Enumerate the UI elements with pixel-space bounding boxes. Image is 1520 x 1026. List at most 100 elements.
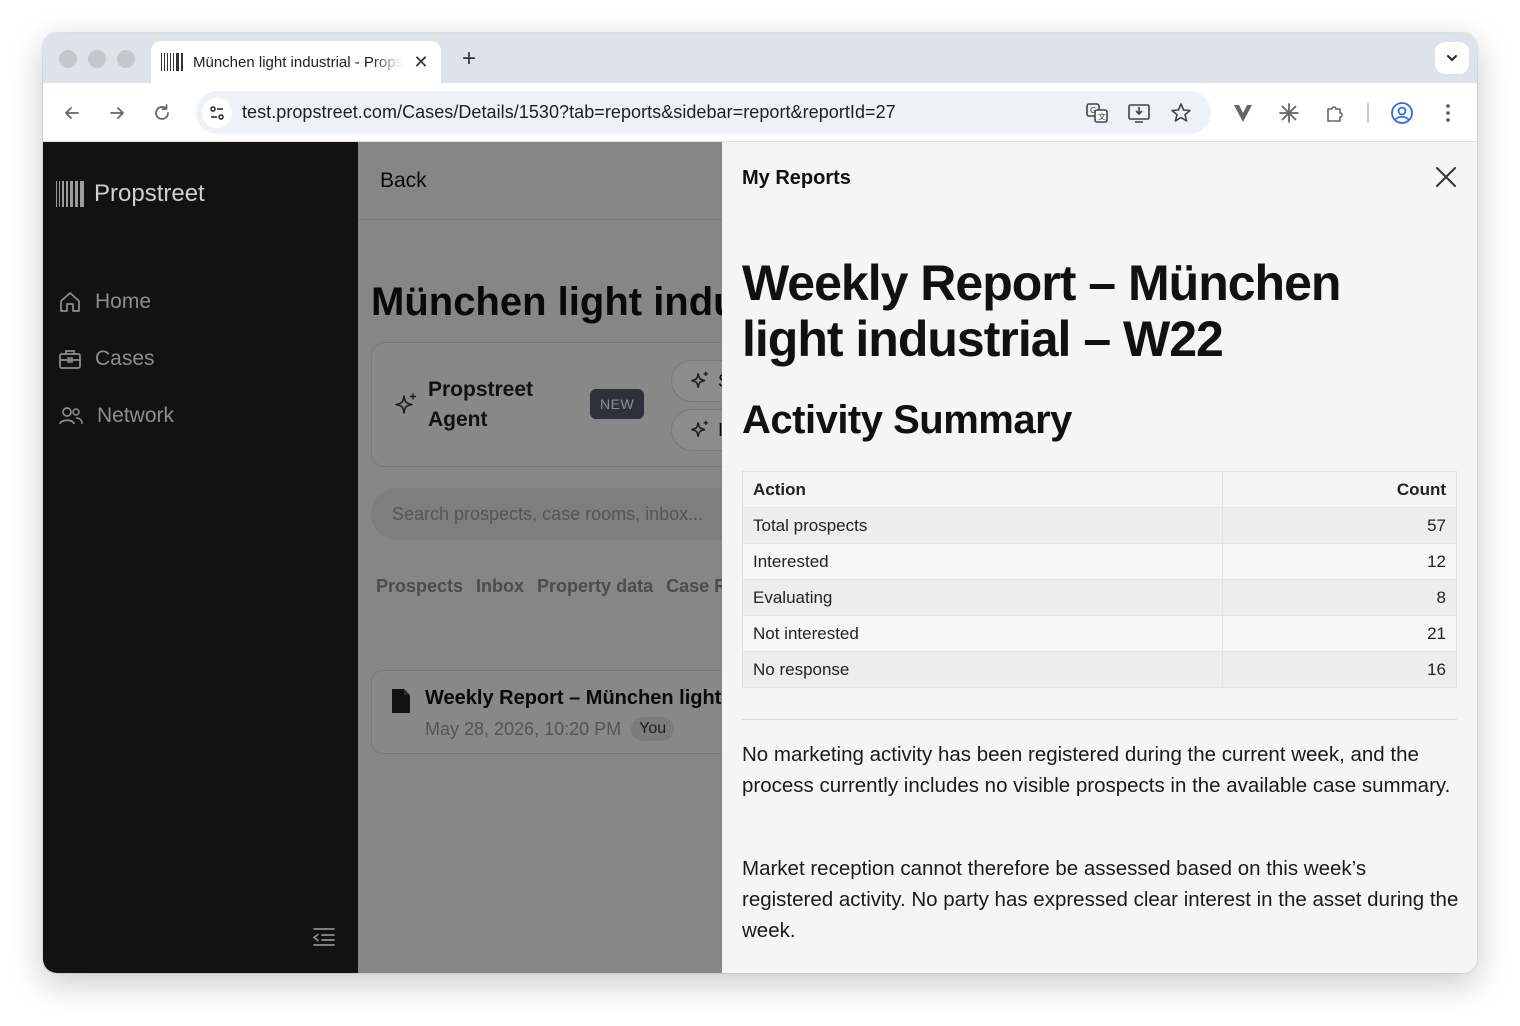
table-cell-action: Total prospects: [742, 507, 1223, 544]
browser-tab-active[interactable]: München light industrial - Propstreet ✕: [151, 41, 441, 83]
chevron-down-icon: [1447, 55, 1457, 62]
propstreet-logo-icon: [56, 181, 84, 207]
activity-summary-table: Action Count Total prospects 57 Interest…: [742, 471, 1457, 688]
back-nav-button[interactable]: [60, 101, 84, 125]
sidebar-item-label: Home: [95, 290, 152, 313]
document-icon: [392, 689, 410, 713]
table-cell-count: 16: [1222, 651, 1457, 688]
tab-search-button[interactable]: [1435, 42, 1469, 74]
bookmark-star-icon[interactable]: [1169, 101, 1193, 125]
report-title: Weekly Report – München light industrial…: [742, 255, 1341, 367]
maximize-window-button[interactable]: [117, 50, 135, 68]
sparkle-icon: [691, 420, 708, 437]
main-header: Back: [358, 142, 722, 220]
agent-label: Propstreet Agent: [428, 378, 534, 431]
report-list-item[interactable]: Weekly Report – München light industrial…: [371, 670, 722, 754]
report-item-meta: May 28, 2026, 10:20 PM You: [425, 717, 675, 741]
profile-avatar-icon[interactable]: [1389, 100, 1415, 126]
people-icon: [59, 407, 83, 425]
report-item-title: Weekly Report – München light industrial…: [425, 687, 722, 709]
case-title: München light industrial: [371, 280, 722, 324]
tab-case-rooms[interactable]: Case Rooms: [666, 576, 722, 597]
arrow-left-icon: [65, 107, 79, 119]
url-text: test.propstreet.com/Cases/Details/1530?t…: [242, 102, 896, 122]
column-header-count: Count: [1222, 471, 1457, 508]
agent-card[interactable]: Propstreet Agent NEW S I: [371, 342, 722, 467]
section-title: Activity Summary: [742, 398, 1072, 442]
sparkle-extension-icon[interactable]: [1276, 100, 1302, 126]
agent-suggestion-chip[interactable]: S: [671, 360, 722, 402]
sidebar: Propstreet Home Cases Network: [43, 142, 358, 973]
sparkle-icon: [691, 371, 708, 388]
tab-prospects[interactable]: Prospects: [376, 576, 463, 597]
case-tabs: Prospects Inbox Property data Case Rooms: [376, 576, 722, 597]
collapse-sidebar-icon: [312, 928, 335, 946]
svg-text:G: G: [1090, 106, 1096, 115]
tab-inbox[interactable]: Inbox: [476, 576, 524, 597]
sparkle-icon: [395, 393, 417, 414]
search-input[interactable]: [371, 488, 722, 540]
forward-nav-button[interactable]: [105, 101, 129, 125]
tab-title: München light industrial - Propstreet: [193, 53, 404, 71]
sidebar-item-network[interactable]: Network: [58, 404, 174, 428]
browser-menu-icon[interactable]: [1435, 100, 1461, 126]
tab-strip: München light industrial - Propstreet ✕ …: [43, 33, 1477, 83]
table-cell-action: Interested: [742, 543, 1223, 580]
table-row: Not interested 21: [742, 615, 1457, 652]
close-panel-button[interactable]: [1433, 164, 1459, 190]
close-icon: [1436, 167, 1456, 187]
panel-header: My Reports: [742, 167, 851, 189]
table-row: Total prospects 57: [742, 507, 1457, 544]
report-panel: My Reports Weekly Report – München light…: [722, 142, 1477, 973]
toolbar-divider: [1367, 103, 1369, 123]
address-bar[interactable]: test.propstreet.com/Cases/Details/1530?t…: [196, 91, 1211, 134]
home-icon: [60, 292, 80, 312]
collapse-sidebar-button[interactable]: [310, 926, 336, 953]
table-cell-count: 8: [1222, 579, 1457, 616]
author-badge: You: [631, 717, 675, 741]
table-cell-count: 12: [1222, 543, 1457, 580]
table-row: Evaluating 8: [742, 579, 1457, 616]
table-cell-action: Evaluating: [742, 579, 1223, 616]
section-divider: [742, 719, 1457, 720]
minimize-window-button[interactable]: [88, 50, 106, 68]
sidebar-item-label: Network: [97, 404, 175, 427]
briefcase-icon: [59, 350, 81, 369]
sidebar-item-cases[interactable]: Cases: [58, 347, 155, 371]
case-details-main: Back München light industrial Propstreet…: [358, 142, 722, 973]
table-cell-count: 57: [1222, 507, 1457, 544]
logo-text: Propstreet: [94, 180, 205, 207]
search-bar: [371, 488, 722, 540]
propstreet-logo[interactable]: Propstreet: [56, 180, 205, 208]
app-content: Propstreet Home Cases Network Back Münch…: [43, 142, 1477, 973]
agent-suggestion-chip[interactable]: I: [671, 409, 722, 451]
browser-toolbar: test.propstreet.com/Cases/Details/1530?t…: [43, 83, 1477, 142]
table-cell-action: No response: [742, 651, 1223, 688]
arrow-right-icon: [110, 107, 124, 119]
column-header-action: Action: [742, 471, 1223, 508]
sidebar-item-label: Cases: [95, 347, 155, 370]
back-link[interactable]: Back: [380, 169, 427, 193]
install-app-icon[interactable]: [1127, 101, 1151, 125]
report-paragraph: Market reception cannot therefore be ass…: [742, 857, 1459, 942]
table-cell-action: Not interested: [742, 615, 1223, 652]
site-info-icon[interactable]: [202, 97, 232, 128]
new-tab-button[interactable]: +: [457, 45, 481, 73]
table-header-row: Action Count: [742, 471, 1457, 508]
vimium-extension-icon[interactable]: [1230, 100, 1256, 126]
svg-text:文: 文: [1098, 112, 1106, 122]
reload-icon: [155, 104, 169, 120]
reload-button[interactable]: [150, 101, 174, 125]
report-paragraph: No marketing activity has been registere…: [742, 743, 1451, 797]
browser-window: München light industrial - Propstreet ✕ …: [43, 33, 1477, 973]
propstreet-favicon-icon: [161, 53, 183, 71]
table-cell-count: 21: [1222, 615, 1457, 652]
sidebar-item-home[interactable]: Home: [58, 290, 151, 314]
tab-property-data[interactable]: Property data: [537, 576, 653, 597]
report-item-date: May 28, 2026, 10:20 PM: [425, 718, 622, 739]
new-badge: NEW: [590, 389, 645, 419]
close-window-button[interactable]: [59, 50, 77, 68]
translate-icon[interactable]: G文: [1085, 101, 1109, 125]
extensions-puzzle-icon[interactable]: [1322, 100, 1348, 126]
tab-close-icon[interactable]: ✕: [411, 52, 431, 73]
